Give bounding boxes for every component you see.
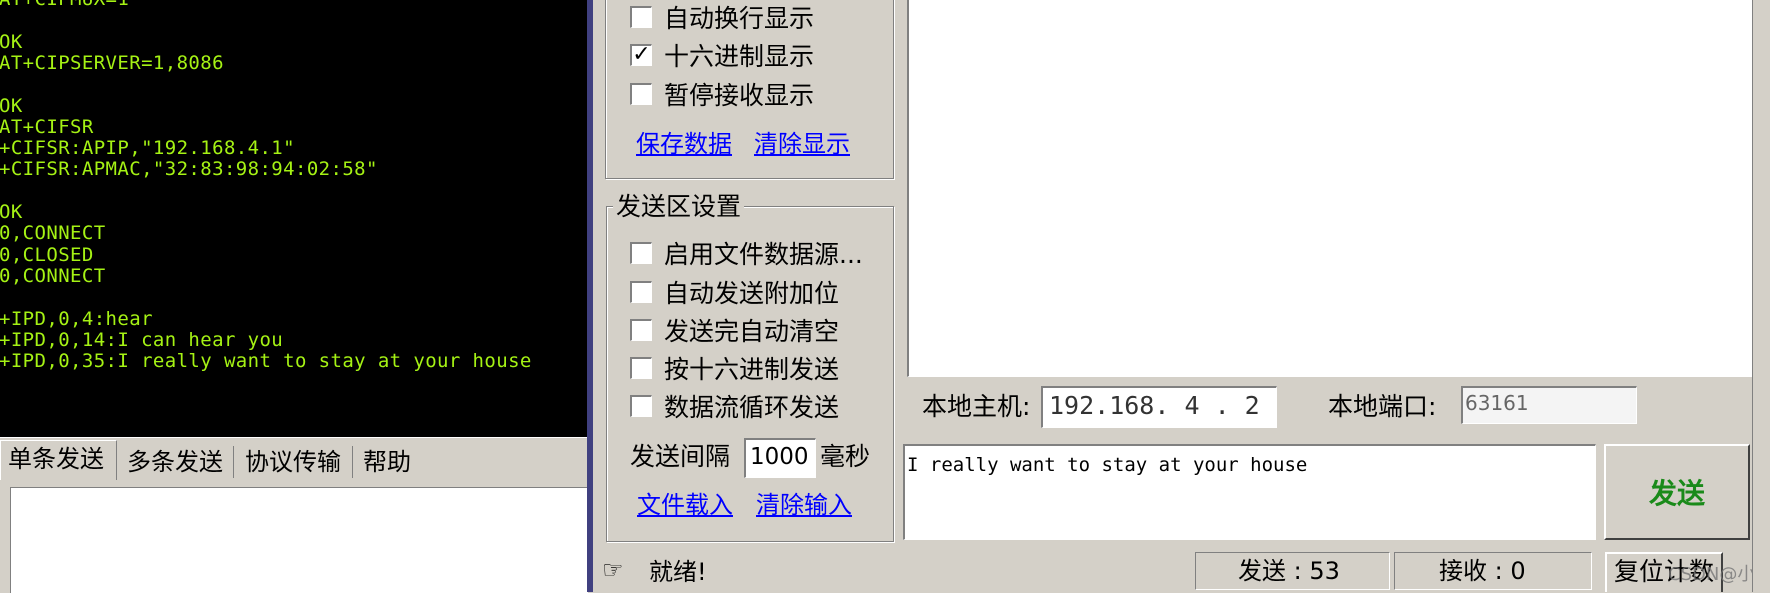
send-text-input[interactable]: I really want to stay at your house <box>903 444 1596 540</box>
terminal-line: +IPD,0,14:I can hear you <box>0 328 284 351</box>
terminal-line: +IPD,0,35:I really want to stay at your … <box>0 350 532 373</box>
save-data-link[interactable]: 保存数据 <box>636 129 732 159</box>
clear-input-link[interactable]: 清除输入 <box>756 490 852 520</box>
receive-display-area[interactable] <box>907 0 1752 377</box>
clear-display-link[interactable]: 清除显示 <box>754 129 850 159</box>
tab-separator <box>233 446 234 478</box>
local-host-input[interactable]: 192.168. 4 . 2 <box>1041 386 1277 428</box>
serial-terminal-output[interactable]: AT+CIPMUX=1OKAT+CIPSERVER=1,8086OKAT+CIF… <box>0 0 587 437</box>
option-pause-receive[interactable]: 暂停接收显示 <box>630 79 815 110</box>
terminal-line: OK <box>0 94 23 117</box>
option-label: 发送完自动清空 <box>664 317 840 346</box>
tab-separator <box>352 446 353 478</box>
received-count: 接收 : 0 <box>1394 552 1592 590</box>
option-label: 自动换行显示 <box>664 4 815 33</box>
option-auto-append[interactable]: 自动发送附加位 <box>630 277 840 308</box>
terminal-line: +IPD,0,4:hear <box>0 307 153 330</box>
option-auto-clear[interactable]: 发送完自动清空 <box>630 315 840 346</box>
checkbox[interactable] <box>630 319 652 341</box>
option-loop-send[interactable]: 数据流循环发送 <box>630 391 840 422</box>
status-ready-text: 就绪! <box>649 558 707 586</box>
option-label: 按十六进制发送 <box>664 355 840 384</box>
local-port-label: 本地端口: <box>1328 392 1437 421</box>
checkbox[interactable] <box>630 242 652 264</box>
local-port-input[interactable]: 63161 <box>1461 386 1637 424</box>
tab-single-send[interactable]: 单条发送 <box>0 440 117 480</box>
checkbox[interactable] <box>630 281 652 303</box>
option-label: 自动发送附加位 <box>664 279 840 308</box>
checkbox-checked[interactable]: ✓ <box>630 44 652 66</box>
interval-label: 发送间隔 <box>630 442 731 471</box>
window-right-edge <box>1752 0 1770 592</box>
option-label: 十六进制显示 <box>664 42 815 71</box>
tab-help[interactable]: 帮助 <box>356 444 446 480</box>
single-send-textarea[interactable] <box>10 487 588 593</box>
sent-count: 发送 : 53 <box>1195 552 1390 590</box>
interval-input[interactable]: 1000 <box>744 438 816 478</box>
interval-unit: 毫秒 <box>820 442 871 471</box>
option-auto-wrap[interactable]: 自动换行显示 <box>630 2 815 33</box>
checkbox[interactable] <box>630 83 652 105</box>
send-button[interactable]: 发送 <box>1604 444 1750 540</box>
option-label: 暂停接收显示 <box>664 81 815 110</box>
terminal-line: AT+CIFSR <box>0 115 94 138</box>
option-hex-send[interactable]: 按十六进制发送 <box>630 353 840 384</box>
terminal-line: OK <box>0 30 23 53</box>
load-file-link[interactable]: 文件载入 <box>637 490 733 520</box>
terminal-line: OK <box>0 201 23 223</box>
send-settings-title: 发送区设置 <box>613 193 745 221</box>
option-file-source[interactable]: 启用文件数据源... <box>630 238 863 269</box>
terminal-line: 0,CONNECT <box>0 264 106 287</box>
checkbox[interactable] <box>630 357 652 379</box>
ready-hand-icon: ☞ <box>602 556 624 584</box>
option-label: 启用文件数据源... <box>664 240 863 269</box>
window-divider-edge <box>593 0 595 592</box>
terminal-line: +CIFSR:APMAC,"32:83:98:94:02:58" <box>0 158 378 181</box>
status-bar: ☞ 就绪! 发送 : 53 接收 : 0 <box>595 548 1770 592</box>
terminal-line: 0,CONNECT <box>0 222 106 245</box>
tab-multi-send[interactable]: 多条发送 <box>120 444 230 480</box>
terminal-line: +CIFSR:APIP,"192.168.4.1" <box>0 137 295 160</box>
option-label: 数据流循环发送 <box>664 393 840 422</box>
terminal-line: 0,CLOSED <box>0 243 94 266</box>
checkbox[interactable] <box>630 6 652 28</box>
local-host-label: 本地主机: <box>922 392 1031 421</box>
terminal-line: AT+CIPMUX=1 <box>0 0 129 10</box>
terminal-line: AT+CIPSERVER=1,8086 <box>0 51 224 74</box>
tab-protocol[interactable]: 协议传输 <box>238 444 350 480</box>
checkbox[interactable] <box>630 395 652 417</box>
left-send-tabs: 单条发送 多条发送 协议传输 帮助 <box>0 437 587 480</box>
option-hex-display[interactable]: ✓ 十六进制显示 <box>630 40 815 71</box>
